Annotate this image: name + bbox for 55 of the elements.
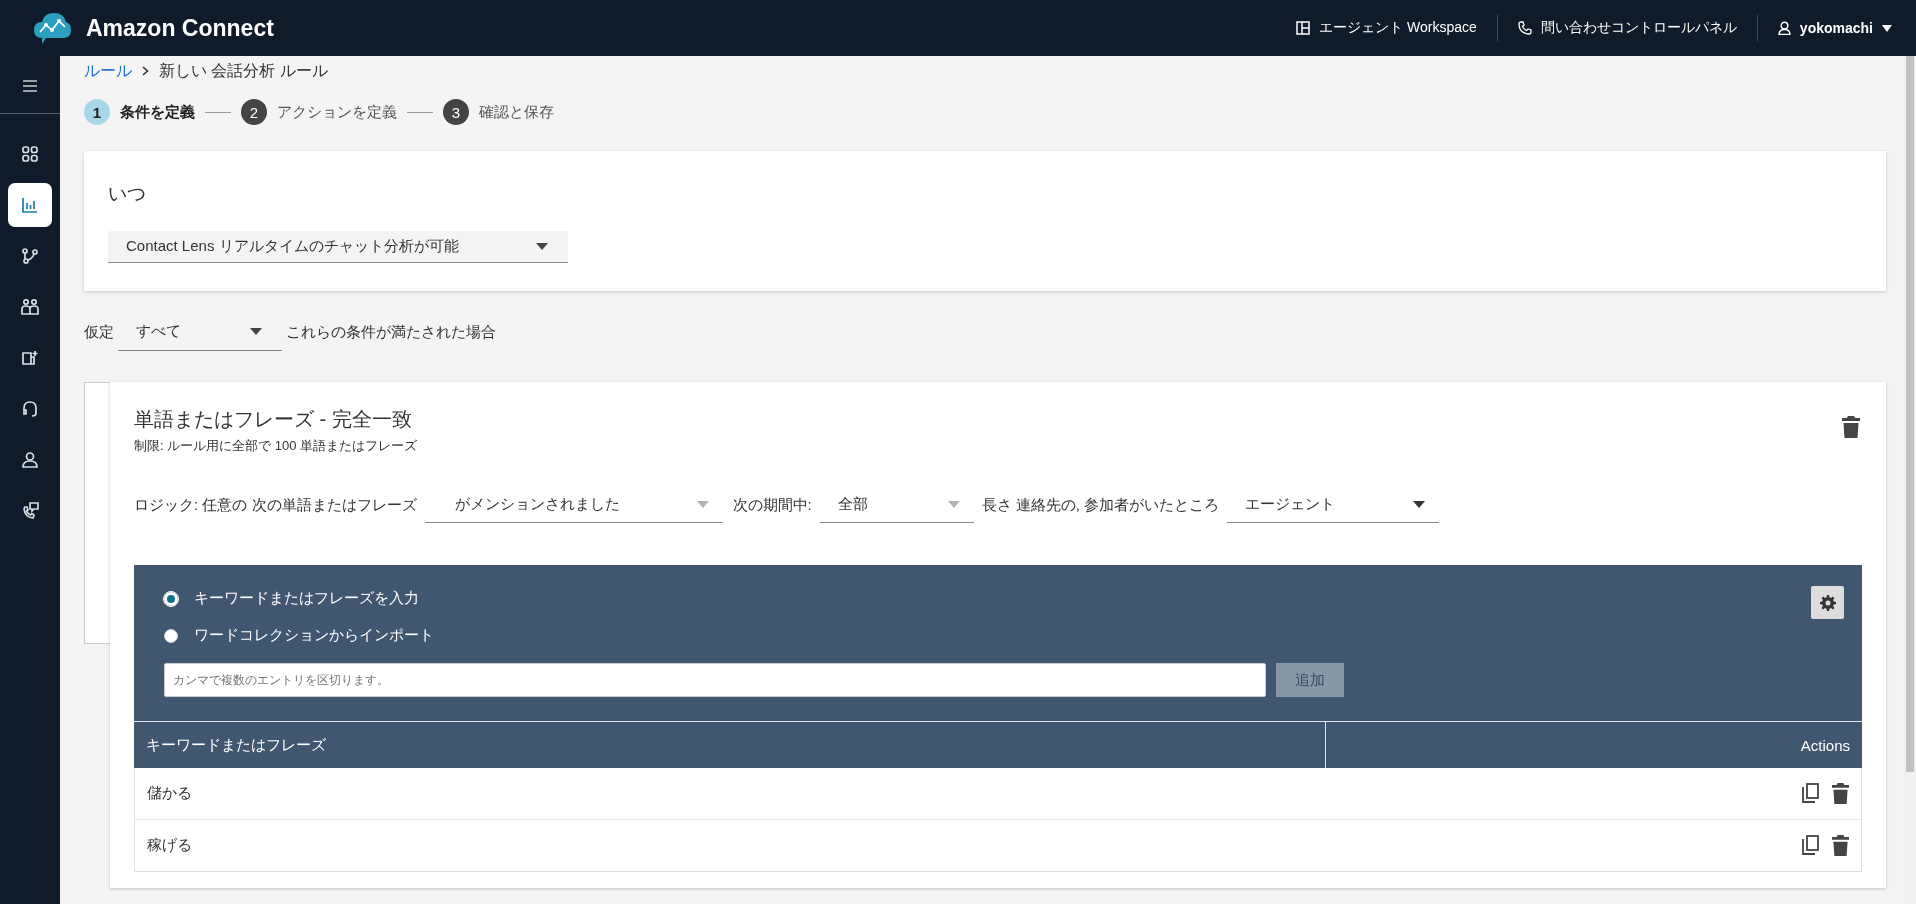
step-label: アクションを定義 [277, 102, 397, 122]
settings-icon[interactable] [1811, 586, 1844, 619]
trigger-select[interactable]: Contact Lens リアルタイムのチャット分析が可能 [108, 231, 568, 263]
sidebar-item[interactable] [8, 183, 52, 227]
cloud-logo-icon [32, 10, 72, 46]
logic-select[interactable]: エージェント [1227, 487, 1440, 523]
copy-icon[interactable] [1802, 835, 1820, 856]
user-icon [21, 451, 39, 469]
branch-icon [21, 247, 39, 265]
step-number: 1 [84, 99, 110, 125]
table-cell: 稼げる [147, 836, 192, 855]
column-header: Actions [1799, 735, 1851, 756]
header-link[interactable]: 問い合わせコントロールパネル [1517, 19, 1737, 37]
condition-subtitle: 制限: ルール用に全部で 100 単語またはフレーズ [134, 437, 418, 455]
step-label: 条件を定義 [120, 102, 195, 122]
breadcrumb-current: 新しい 会話分析 ルール [159, 60, 328, 81]
step-number: 2 [241, 99, 267, 125]
logic-text: 次の期間中: [732, 495, 812, 515]
trash-icon[interactable] [1842, 416, 1860, 438]
user-icon [1777, 21, 1791, 35]
radio-label[interactable]: キーワードまたはフレーズを入力 [194, 589, 419, 608]
trash-icon[interactable] [1832, 835, 1849, 856]
people-icon [21, 298, 39, 316]
scrollbar[interactable] [1904, 56, 1916, 904]
card-title: いつ [108, 182, 147, 206]
panel-plus-icon [21, 349, 39, 367]
caret-icon [250, 328, 262, 335]
radio-button[interactable] [164, 628, 178, 643]
chevron-icon [142, 66, 149, 76]
match-select[interactable]: すべて [118, 313, 282, 351]
caret-icon [536, 243, 548, 250]
headset-icon [21, 400, 39, 418]
assume-suffix: これらの条件が満たされた場合 [286, 322, 496, 342]
trash-icon[interactable] [1832, 783, 1849, 804]
copy-icon[interactable] [1802, 783, 1820, 804]
brand-name: Amazon Connect [86, 14, 274, 42]
step-number: 3 [443, 99, 469, 125]
bar-chart-icon [21, 196, 39, 214]
logic-text: 長さ 連絡先の, 参加者がいたところ [981, 495, 1220, 515]
table-cell: 儲かる [147, 784, 192, 803]
column-header: キーワードまたはフレーズ [134, 722, 1326, 768]
keyword-input[interactable]: カンマで複数のエントリを区切ります。 [164, 663, 1266, 697]
logic-text: ロジック: 任意の 次の単語またはフレーズ [134, 495, 417, 515]
grid-icon [21, 145, 39, 163]
assume-label: 仮定 [84, 322, 114, 342]
user-menu[interactable]: yokomachi [1777, 20, 1892, 36]
breadcrumb-link[interactable]: ルール [84, 60, 132, 82]
caret-icon [1882, 24, 1892, 32]
step-label: 確認と保存 [479, 102, 554, 122]
phone-icon [1517, 21, 1532, 35]
header-link[interactable]: エージェント Workspace [1296, 19, 1477, 37]
radio-label[interactable]: ワードコレクションからインポート [194, 626, 434, 645]
layout-icon [1296, 21, 1311, 35]
condition-title: 単語またはフレーズ - 完全一致 [134, 407, 413, 432]
phone-chat-icon [21, 502, 39, 520]
